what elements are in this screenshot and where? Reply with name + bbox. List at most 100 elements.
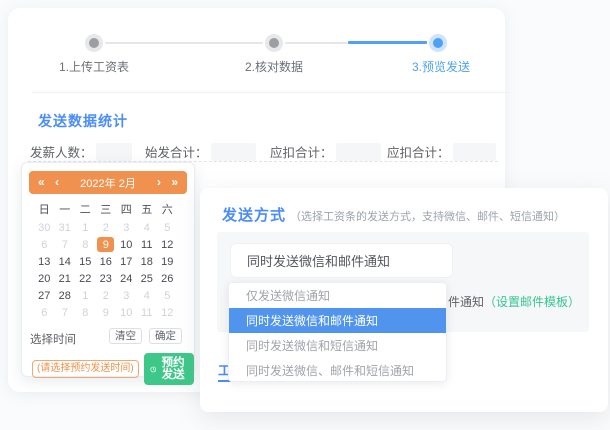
- calendar-day[interactable]: 25: [138, 271, 155, 286]
- calendar-day[interactable]: 31: [56, 220, 73, 235]
- prev-year-icon[interactable]: «: [38, 171, 45, 194]
- step1-label[interactable]: 1.上传工资表: [54, 58, 134, 75]
- calendar-day[interactable]: 6: [36, 237, 53, 252]
- stats-section-title: 发送数据统计: [38, 113, 128, 129]
- calendar-day[interactable]: 18: [138, 254, 155, 269]
- section-divider: [32, 92, 510, 93]
- calendar-day[interactable]: 17: [118, 254, 135, 269]
- calendar-day[interactable]: 1: [77, 220, 94, 235]
- calendar-grid: 30 31 1 2 3 4 5 6 7 8 9 10 11 12 13 14 15 16 17 18 19 20 21 22 2…: [34, 219, 178, 321]
- dropdown-option-wechat-email[interactable]: 同时发送微信和邮件通知: [229, 308, 446, 333]
- stat-label: 应扣合计：: [270, 146, 333, 160]
- next-month-icon[interactable]: ›: [157, 171, 161, 194]
- covered-option-fragment: 件通知: [448, 295, 485, 309]
- covered-option-text: 件通知（设置邮件模板）: [448, 293, 580, 310]
- calendar-day[interactable]: 19: [159, 254, 176, 269]
- select-time-label: 选择时间: [30, 334, 76, 346]
- dropdown-option-wechat-sms[interactable]: 同时发送微信和短信通知: [229, 333, 446, 358]
- date-picker-popup: « ‹ 2022年 2月 › » 日 一 二 三 四 五 六 30 31 1 2 3 4 5…: [21, 162, 195, 385]
- calendar-day[interactable]: 9: [97, 237, 115, 252]
- calendar-day[interactable]: 8: [77, 305, 94, 320]
- weekday: 一: [59, 204, 71, 216]
- calendar-day[interactable]: 6: [36, 305, 53, 320]
- stat-label: 始发合计：: [145, 146, 208, 160]
- calendar-day[interactable]: 15: [77, 254, 94, 269]
- calendar-day[interactable]: 16: [97, 254, 114, 269]
- confirm-button[interactable]: 确定: [149, 328, 182, 344]
- panel-caption: （选择工资条的发送方式，支持微信、邮件、短信通知）: [290, 211, 566, 223]
- calendar-day[interactable]: 10: [118, 305, 135, 320]
- calendar-day[interactable]: 22: [77, 271, 94, 286]
- clock-icon: [150, 366, 156, 372]
- calendar-day[interactable]: 7: [56, 237, 73, 252]
- calendar-day[interactable]: 8: [77, 237, 94, 252]
- step-connector-2-gray: [285, 42, 348, 44]
- send-method-dropdown: 仅发送微信通知 同时发送微信和邮件通知 同时发送微信和短信通知 同时发送微信、邮…: [228, 282, 447, 382]
- calendar-day[interactable]: 9: [97, 305, 114, 320]
- schedule-send-label: 预约发送: [161, 357, 185, 381]
- calendar-day[interactable]: 2: [97, 220, 114, 235]
- stat-paid-count: 发薪人数：: [30, 142, 132, 161]
- calendar-day[interactable]: 5: [159, 288, 176, 303]
- panel-title: 发送方式: [222, 207, 287, 224]
- weekday-row: 日 一 二 三 四 五 六: [34, 203, 178, 217]
- calendar-day[interactable]: 14: [56, 254, 73, 269]
- step1-dot: [85, 34, 103, 52]
- calendar-month-title: 2022年 2月: [80, 177, 136, 190]
- calendar-day[interactable]: 26: [159, 271, 176, 286]
- calendar-day[interactable]: 13: [36, 254, 53, 269]
- calendar-day[interactable]: 5: [159, 220, 176, 235]
- schedule-time-hint: (请选择预约发送时间): [32, 360, 139, 378]
- calendar-day[interactable]: 20: [36, 271, 53, 286]
- stat-label: 发薪人数：: [30, 146, 93, 160]
- step-connector-1: [105, 42, 263, 44]
- step-connector-2-blue: [348, 41, 427, 44]
- next-year-icon[interactable]: »: [171, 171, 178, 194]
- step3-label[interactable]: 3.预览发送: [401, 58, 481, 75]
- calendar-day[interactable]: 10: [118, 237, 135, 252]
- calendar-day[interactable]: 11: [138, 237, 155, 252]
- calendar-day[interactable]: 21: [56, 271, 73, 286]
- send-method-select[interactable]: 同时发送微信和邮件通知: [230, 243, 453, 278]
- calendar-day[interactable]: 3: [118, 220, 135, 235]
- calendar-day[interactable]: 11: [138, 305, 155, 320]
- schedule-send-button[interactable]: 预约发送: [143, 353, 194, 385]
- step2-label[interactable]: 2.核对数据: [239, 58, 309, 75]
- weekday: 日: [38, 204, 50, 216]
- prev-month-icon[interactable]: ‹: [55, 171, 59, 194]
- weekday: 六: [161, 204, 173, 216]
- stat-value-box: [210, 142, 256, 161]
- calendar-day[interactable]: 7: [56, 305, 73, 320]
- calendar-day[interactable]: 1: [77, 288, 94, 303]
- weekday: 五: [141, 204, 153, 216]
- stat-gross-total: 始发合计：: [145, 142, 256, 161]
- dropdown-option-wechat-only[interactable]: 仅发送微信通知: [229, 283, 446, 308]
- set-email-template-link[interactable]: （设置邮件模板）: [484, 295, 580, 309]
- calendar-day[interactable]: 30: [36, 220, 53, 235]
- calendar-day[interactable]: 27: [36, 288, 53, 303]
- dropdown-option-wechat-email-sms[interactable]: 同时发送微信、邮件和短信通知: [229, 358, 446, 381]
- clear-button[interactable]: 清空: [109, 328, 142, 344]
- stat-deduct-total-2: 应扣合计：: [387, 142, 496, 161]
- calendar-day[interactable]: 4: [138, 288, 155, 303]
- calendar-header: « ‹ 2022年 2月 › »: [29, 171, 187, 194]
- stat-deduct-total-1: 应扣合计：: [270, 142, 381, 161]
- stat-label: 应扣合计：: [387, 146, 450, 160]
- stat-value-box: [95, 142, 132, 161]
- stat-value-box: [452, 142, 496, 161]
- calendar-day[interactable]: 2: [97, 288, 114, 303]
- calendar-day[interactable]: 23: [97, 271, 114, 286]
- calendar-day[interactable]: 12: [159, 305, 176, 320]
- step2-dot: [265, 34, 283, 52]
- weekday: 四: [120, 204, 132, 216]
- calendar-day[interactable]: 12: [159, 237, 176, 252]
- calendar-day[interactable]: 4: [138, 220, 155, 235]
- send-method-panel: 发送方式 （选择工资条的发送方式，支持微信、邮件、短信通知） 件通知（设置邮件模…: [200, 188, 608, 412]
- weekday: 二: [79, 204, 91, 216]
- weekday: 三: [100, 204, 112, 216]
- calendar-day[interactable]: 28: [56, 288, 73, 303]
- stat-value-box: [335, 142, 381, 161]
- step3-dot: [429, 34, 447, 52]
- calendar-day[interactable]: 24: [118, 271, 135, 286]
- calendar-day[interactable]: 3: [118, 288, 135, 303]
